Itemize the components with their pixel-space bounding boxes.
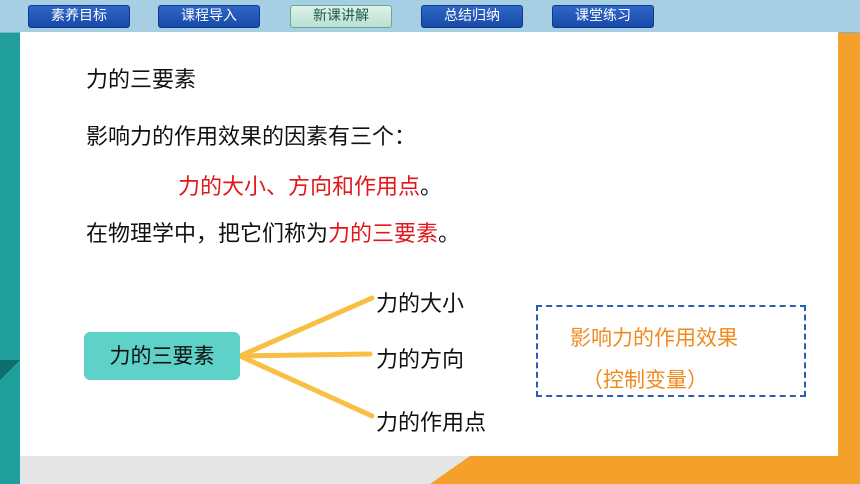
branch-size: 力的大小 xyxy=(376,292,465,317)
note-line-1: 影响力的作用效果 xyxy=(570,326,738,350)
note-line-2: （控制变量） xyxy=(582,368,708,392)
branch-point-of-action: 力的作用点 xyxy=(376,411,487,436)
connector-size xyxy=(237,295,375,359)
connector-point xyxy=(237,353,375,419)
root-node: 力的三要素 xyxy=(84,332,240,380)
branch-direction: 力的方向 xyxy=(376,348,465,373)
connector-direction xyxy=(237,351,373,359)
